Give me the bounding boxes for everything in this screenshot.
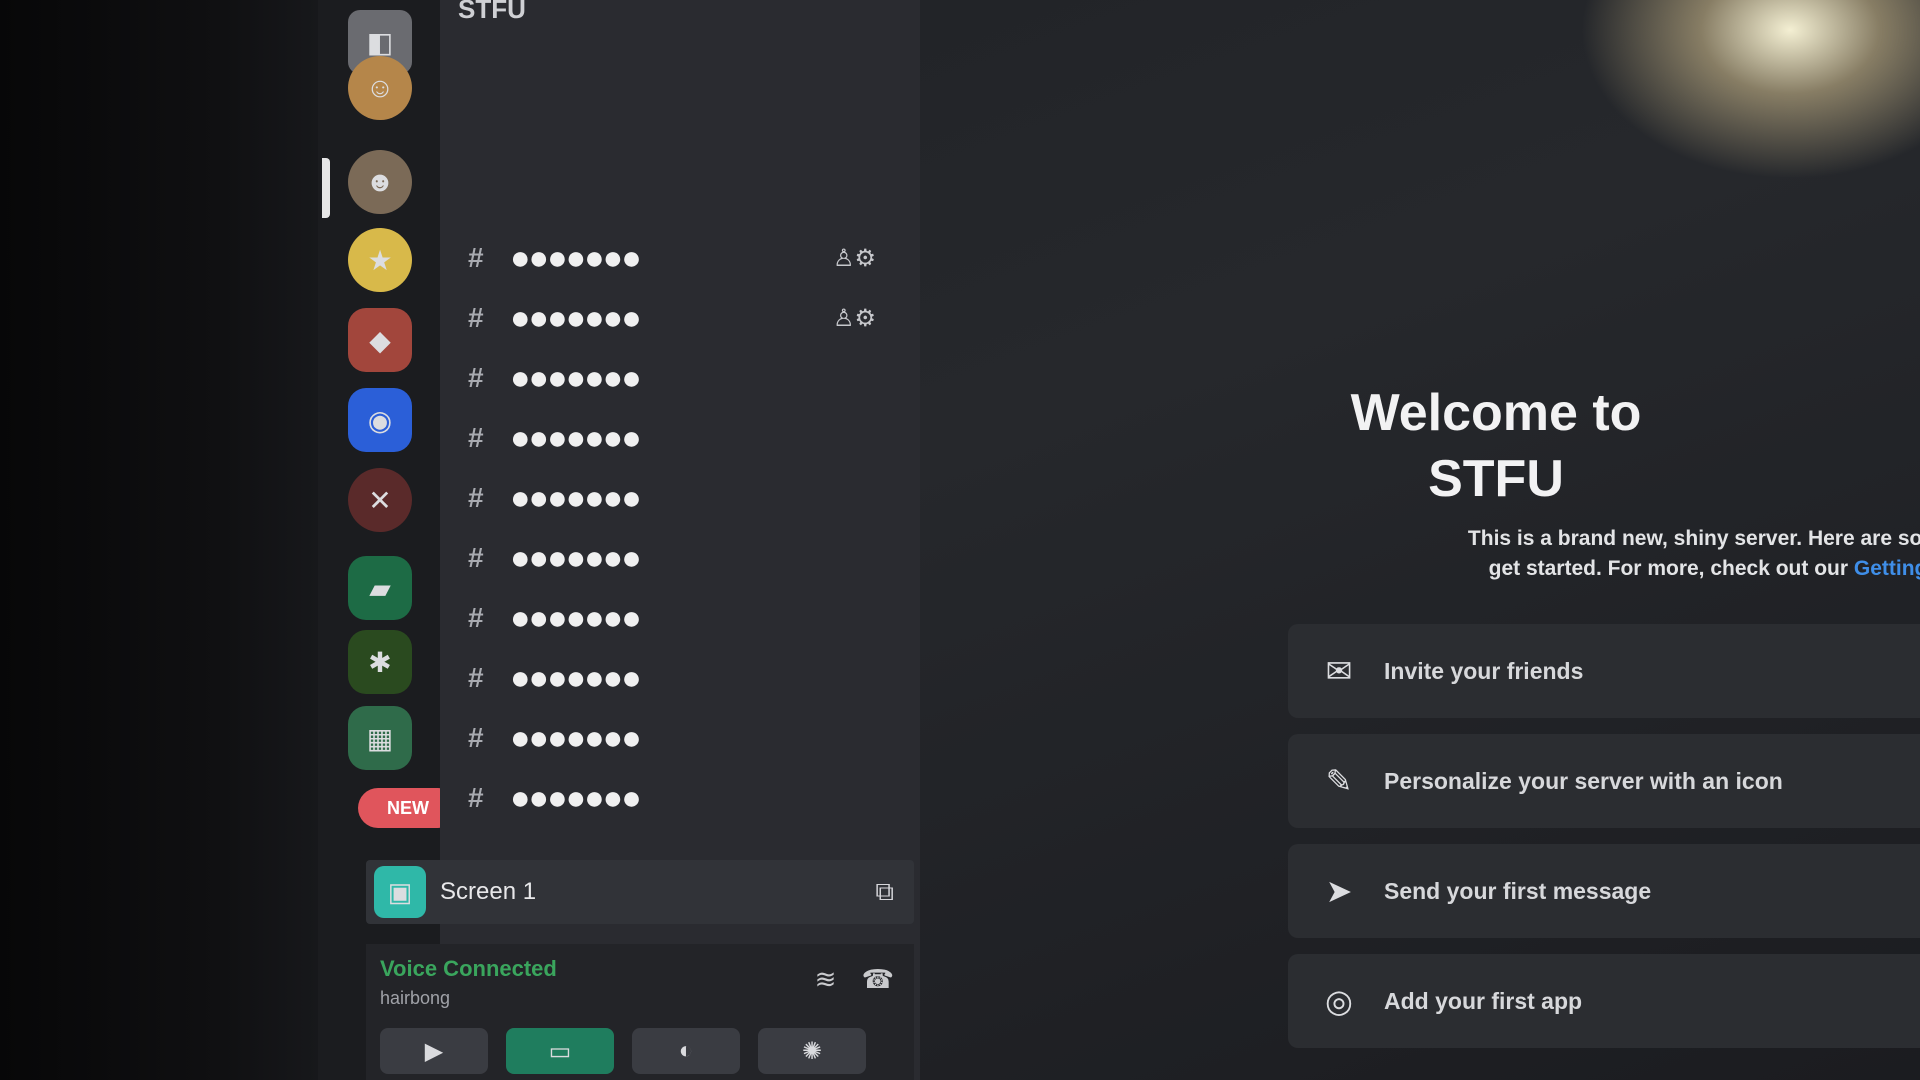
- hash-icon: #: [468, 302, 484, 333]
- discord-window: ◧ ☺ ☻ ★ ◆ ◉ ✕ ▰ ✱ ▦ NEW STFU # ●●●●●●● ♙…: [318, 0, 1920, 1080]
- task-invite-friends[interactable]: ✉ Invite your friends: [1288, 624, 1920, 718]
- voice-buttons: ▶ ▭ ◐ ✺: [380, 1028, 866, 1074]
- channel-item[interactable]: # ●●●●●●●: [468, 776, 888, 820]
- monitor-bezel: [0, 0, 318, 1080]
- hash-icon: #: [468, 662, 484, 693]
- channel-name: ●●●●●●●: [510, 778, 642, 817]
- channel-item[interactable]: # ●●●●●●●: [468, 596, 888, 640]
- channel-item[interactable]: # ●●●●●●●: [468, 656, 888, 700]
- channel-actions-icons[interactable]: ♙⚙: [833, 244, 876, 273]
- disconnect-icon[interactable]: ☎: [862, 964, 894, 994]
- welcome-desc-line2: get started. For more, check out our Get…: [1278, 554, 1920, 584]
- channel-name: ●●●●●●●: [510, 238, 642, 277]
- server-name[interactable]: STFU: [458, 0, 526, 25]
- hash-icon: #: [468, 242, 484, 273]
- hash-icon: #: [468, 722, 484, 753]
- server-icon-5[interactable]: ✕: [348, 468, 412, 532]
- hash-icon: #: [468, 782, 484, 813]
- screen-share-icon: ▣: [374, 866, 426, 918]
- server-icon-4[interactable]: ◆: [348, 308, 412, 372]
- noise-suppression-icon[interactable]: ≋: [815, 964, 837, 994]
- camera-button[interactable]: ▶: [380, 1028, 488, 1074]
- channel-name: ●●●●●●●: [510, 538, 642, 577]
- channel-name: ●●●●●●●: [510, 658, 642, 697]
- welcome-desc-line1: This is a brand new, shiny server. Here …: [1467, 527, 1920, 550]
- server-selected-pill: [322, 158, 330, 218]
- hash-icon: #: [468, 482, 484, 513]
- server-icon-3[interactable]: ★: [348, 228, 412, 292]
- welcome-title-line2: STFU: [1428, 450, 1564, 508]
- voice-panel: Voice Connected hairbong ≋ ☎ ▶ ▭ ◐ ✺: [366, 944, 914, 1080]
- welcome-title: Welcome to STFU: [1046, 380, 1920, 512]
- hash-icon: #: [468, 362, 484, 393]
- task-label: Invite your friends: [1384, 657, 1584, 684]
- channel-name: ●●●●●●●: [510, 418, 642, 457]
- channel-item[interactable]: # ●●●●●●●: [468, 536, 888, 580]
- voice-controls: ≋ ☎: [815, 964, 894, 995]
- soundboard-button[interactable]: ✺: [758, 1028, 866, 1074]
- server-icon-6[interactable]: ▰: [348, 556, 412, 620]
- hash-icon: #: [468, 602, 484, 633]
- task-personalize-server[interactable]: ✎ Personalize your server with an icon: [1288, 734, 1920, 828]
- activity-button[interactable]: ◐: [632, 1028, 740, 1074]
- screen-share-button[interactable]: ▭: [506, 1028, 614, 1074]
- server-icon-1[interactable]: ☺: [348, 56, 412, 120]
- app-icon: ◎: [1325, 983, 1353, 1019]
- voice-status[interactable]: Voice Connected: [380, 956, 557, 982]
- task-send-message[interactable]: ➤ Send your first message: [1288, 844, 1920, 938]
- channel-item[interactable]: # ●●●●●●●: [468, 716, 888, 760]
- voice-channel-name[interactable]: hairbong: [380, 988, 450, 1009]
- channel-name: ●●●●●●●: [510, 718, 642, 757]
- message-icon: ➤: [1325, 873, 1353, 909]
- task-label: Send your first message: [1384, 877, 1652, 904]
- screen-glare: [1580, 0, 1920, 180]
- welcome-desc-prefix: get started. For more, check out our: [1488, 557, 1854, 580]
- personalize-icon: ✎: [1325, 763, 1353, 799]
- channel-actions-icons[interactable]: ♙⚙: [833, 304, 876, 333]
- getting-started-link[interactable]: Getting Started guide: [1854, 557, 1920, 580]
- stream-label: Screen 1: [440, 878, 537, 905]
- welcome-description: This is a brand new, shiny server. Here …: [1278, 524, 1920, 584]
- channel-item[interactable]: # ●●●●●●● ♙⚙: [468, 296, 888, 340]
- hash-icon: #: [468, 542, 484, 573]
- popout-icon[interactable]: ⧉: [875, 876, 894, 908]
- channel-name: ●●●●●●●: [510, 358, 642, 397]
- server-icon-2[interactable]: ☻: [348, 150, 412, 214]
- server-icon-7[interactable]: ✱: [348, 630, 412, 694]
- channel-name: ●●●●●●●: [510, 598, 642, 637]
- invite-icon: ✉: [1325, 653, 1353, 689]
- discord-icon[interactable]: ◉: [348, 388, 412, 452]
- hash-icon: #: [468, 422, 484, 453]
- task-add-app[interactable]: ◎ Add your first app: [1288, 954, 1920, 1048]
- channel-item[interactable]: # ●●●●●●●: [468, 476, 888, 520]
- channel-name: ●●●●●●●: [510, 478, 642, 517]
- channel-item[interactable]: # ●●●●●●●: [468, 416, 888, 460]
- stream-preview[interactable]: ▣ Screen 1 ⧉: [366, 860, 914, 924]
- channel-item[interactable]: # ●●●●●●●: [468, 356, 888, 400]
- task-label: Personalize your server with an icon: [1384, 767, 1783, 794]
- server-icon-8[interactable]: ▦: [348, 706, 412, 770]
- welcome-title-line1: Welcome to: [1350, 384, 1642, 442]
- channel-name: ●●●●●●●: [510, 298, 642, 337]
- task-label: Add your first app: [1384, 987, 1583, 1014]
- channel-item[interactable]: # ●●●●●●● ♙⚙: [468, 236, 888, 280]
